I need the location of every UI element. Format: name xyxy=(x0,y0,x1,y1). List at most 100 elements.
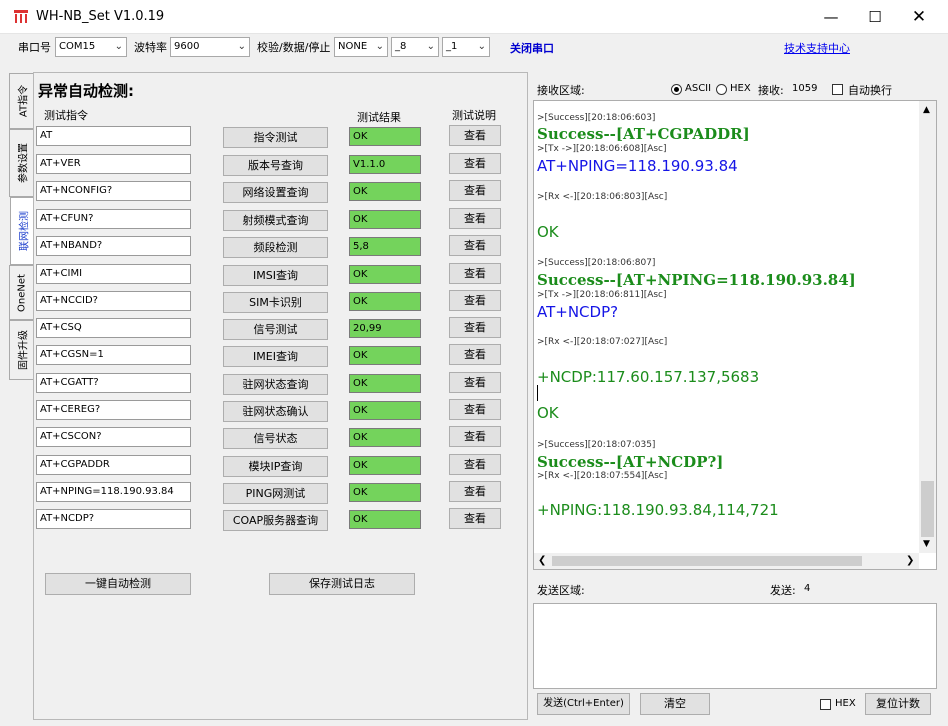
log-line-ok: +NPING:118.190.93.84,114,721 xyxy=(537,501,779,519)
view-button[interactable]: 查看 xyxy=(449,235,501,256)
command-field[interactable]: AT+NCDP? xyxy=(36,509,191,529)
command-field[interactable]: AT+CGPADDR xyxy=(36,455,191,475)
view-button[interactable]: 查看 xyxy=(449,153,501,174)
auto-check-button[interactable]: 一键自动检测 xyxy=(45,573,191,595)
scroll-up-icon[interactable]: ▲ xyxy=(923,105,930,115)
send-input[interactable] xyxy=(533,603,937,689)
command-field[interactable]: AT+NCONFIG? xyxy=(36,181,191,201)
command-field[interactable]: AT xyxy=(36,126,191,146)
log-line-meta: >[Tx ->][20:18:06:811][Asc] xyxy=(537,290,667,300)
tab-at-commands[interactable]: AT指令 xyxy=(9,73,33,129)
autowrap-checkbox[interactable] xyxy=(832,84,843,95)
ascii-label: ASCII xyxy=(685,83,712,94)
command-field[interactable]: AT+NPING=118.190.93.84 xyxy=(36,482,191,502)
view-button[interactable]: 查看 xyxy=(449,263,501,284)
reset-count-button[interactable]: 复位计数 xyxy=(865,693,931,715)
tab-onenet[interactable]: OneNet xyxy=(9,265,33,320)
view-button[interactable]: 查看 xyxy=(449,125,501,146)
log-line-meta: >[Tx ->][20:18:06:608][Asc] xyxy=(537,144,667,154)
scroll-left-icon[interactable]: ❮ xyxy=(538,555,546,566)
scroll-right-icon[interactable]: ❯ xyxy=(906,555,914,566)
log-line-ok: OK xyxy=(537,404,559,422)
tab-firmware[interactable]: 固件升级 xyxy=(9,320,33,380)
save-log-button[interactable]: 保存测试日志 xyxy=(269,573,415,595)
send-hex-label: HEX xyxy=(835,698,856,709)
send-button[interactable]: 发送(Ctrl+Enter) xyxy=(537,693,630,715)
tab-parameters[interactable]: 参数设置 xyxy=(9,129,33,197)
test-button[interactable]: COAP服务器查询 xyxy=(223,510,328,531)
vertical-scrollbar[interactable]: ▲ ▼ xyxy=(919,101,936,553)
test-button[interactable]: SIM卡识别 xyxy=(223,292,328,313)
view-button[interactable]: 查看 xyxy=(449,399,501,420)
send-hex-checkbox[interactable] xyxy=(820,699,831,710)
port-select[interactable]: COM15 ⌄ xyxy=(55,37,127,57)
result-field: OK xyxy=(349,182,421,201)
minimize-button[interactable]: — xyxy=(808,0,854,34)
stopbits-select[interactable]: _1 ⌄ xyxy=(442,37,490,57)
test-button[interactable]: 驻网状态查询 xyxy=(223,374,328,395)
view-button[interactable]: 查看 xyxy=(449,180,501,201)
test-button[interactable]: PING网测试 xyxy=(223,483,328,504)
command-field[interactable]: AT+CFUN? xyxy=(36,209,191,229)
command-field[interactable]: AT+VER xyxy=(36,154,191,174)
clear-button[interactable]: 清空 xyxy=(640,693,710,715)
log-line-meta: >[Success][20:18:07:035] xyxy=(537,440,656,450)
test-button[interactable]: 指令测试 xyxy=(223,127,328,148)
tab-network-check[interactable]: 联网检测 xyxy=(10,197,35,265)
scroll-thumb[interactable] xyxy=(921,481,934,537)
test-button[interactable]: 版本号查询 xyxy=(223,155,328,176)
test-button[interactable]: 信号状态 xyxy=(223,428,328,449)
baud-select[interactable]: 9600 ⌄ xyxy=(170,37,250,57)
result-field: 20,99 xyxy=(349,319,421,338)
support-link[interactable]: 技术支持中心 xyxy=(784,40,850,56)
test-button[interactable]: 驻网状态确认 xyxy=(223,401,328,422)
send-label: 发送区域: xyxy=(537,584,585,597)
result-field: OK xyxy=(349,265,421,284)
hscroll-thumb[interactable] xyxy=(552,556,862,566)
test-button[interactable]: 模块IP查询 xyxy=(223,456,328,477)
view-button[interactable]: 查看 xyxy=(449,426,501,447)
view-button[interactable]: 查看 xyxy=(449,481,501,502)
view-button[interactable]: 查看 xyxy=(449,208,501,229)
command-field[interactable]: AT+NCCID? xyxy=(36,291,191,311)
log-line-meta: >[Rx <-][20:18:07:554][Asc] xyxy=(537,471,668,481)
test-button[interactable]: 信号测试 xyxy=(223,319,328,340)
horizontal-scrollbar[interactable]: ❮ ❯ xyxy=(534,553,919,569)
test-button[interactable]: 射频模式查询 xyxy=(223,210,328,231)
command-field[interactable]: AT+CSQ xyxy=(36,318,191,338)
view-button[interactable]: 查看 xyxy=(449,372,501,393)
view-button[interactable]: 查看 xyxy=(449,317,501,338)
databits-select[interactable]: _8 ⌄ xyxy=(391,37,439,57)
hex-radio[interactable] xyxy=(716,84,727,95)
scroll-down-icon[interactable]: ▼ xyxy=(923,539,930,549)
view-button[interactable]: 查看 xyxy=(449,344,501,365)
command-field[interactable]: AT+CIMI xyxy=(36,264,191,284)
test-button[interactable]: 频段检测 xyxy=(223,237,328,258)
ascii-radio[interactable] xyxy=(671,84,682,95)
log-line-succ: Success--[AT+NPING=118.190.93.84] xyxy=(537,271,856,289)
test-button[interactable]: IMEI查询 xyxy=(223,346,328,367)
result-field: OK xyxy=(349,292,421,311)
test-button[interactable]: IMSI查询 xyxy=(223,265,328,286)
baud-value: 9600 xyxy=(174,41,200,52)
app-icon xyxy=(14,10,28,23)
command-field[interactable]: AT+NBAND? xyxy=(36,236,191,256)
test-button[interactable]: 网络设置查询 xyxy=(223,182,328,203)
view-button[interactable]: 查看 xyxy=(449,508,501,529)
command-field[interactable]: AT+CGATT? xyxy=(36,373,191,393)
close-button[interactable]: ✕ xyxy=(896,0,942,34)
chevron-down-icon: ⌄ xyxy=(477,41,486,52)
view-button[interactable]: 查看 xyxy=(449,454,501,475)
command-field[interactable]: AT+CEREG? xyxy=(36,400,191,420)
maximize-button[interactable]: ☐ xyxy=(852,0,898,34)
view-button[interactable]: 查看 xyxy=(449,290,501,311)
column-command: 测试指令 xyxy=(44,109,88,122)
receive-label: 接收区域: xyxy=(537,84,585,97)
receive-area[interactable]: >[Success][20:18:06:603] Success--[AT+CGP… xyxy=(533,100,937,570)
close-port-button[interactable]: 关闭串口 xyxy=(510,40,554,56)
command-field[interactable]: AT+CGSN=1 xyxy=(36,345,191,365)
title-bar: WH-NB_Set V1.0.19 — ☐ ✕ xyxy=(0,0,948,34)
command-field[interactable]: AT+CSCON? xyxy=(36,427,191,447)
receive-count-label: 接收: xyxy=(758,84,784,97)
parity-select[interactable]: NONE ⌄ xyxy=(334,37,388,57)
